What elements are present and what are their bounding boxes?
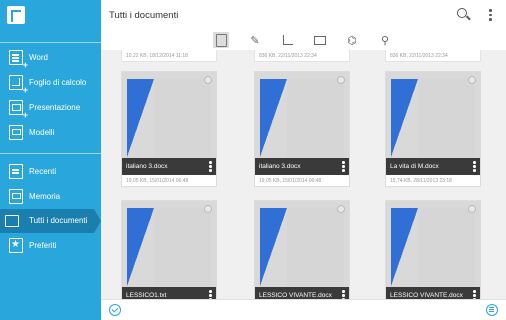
docx-icon bbox=[127, 79, 154, 157]
document-card[interactable]: LESSICO1.txt bbox=[121, 200, 217, 299]
document-name: italiano 3.docx bbox=[259, 163, 301, 170]
document-thumbnail[interactable] bbox=[122, 201, 216, 287]
card-meta: 836 KB, 22/11/2013 22:34 bbox=[385, 50, 481, 62]
card-meta: 19,05 KB, 15/01/2014 06:48 bbox=[259, 178, 322, 184]
pin-icon[interactable] bbox=[468, 205, 476, 213]
document-thumbnail[interactable] bbox=[386, 201, 480, 287]
card-overflow-menu-icon[interactable] bbox=[342, 161, 345, 172]
word-add-icon bbox=[9, 50, 28, 70]
sidebar-item-storage[interactable]: Memoria bbox=[0, 185, 101, 209]
card-overflow-menu-icon[interactable] bbox=[209, 290, 212, 299]
document-name: LESSICO VIVANTE.docx bbox=[259, 292, 332, 299]
card-meta: 19,05 KB, 15/01/2014 06:48 bbox=[126, 178, 189, 184]
all-documents-icon bbox=[5, 213, 23, 228]
overflow-menu-icon[interactable] bbox=[489, 9, 492, 22]
storage-icon bbox=[9, 189, 23, 204]
document-name: LESSICO VIVANTE.docx bbox=[390, 292, 463, 299]
sidebar-item-label: Word bbox=[29, 53, 48, 62]
bottom-bar bbox=[101, 299, 506, 320]
presentation-add-icon bbox=[9, 100, 28, 120]
card-meta: 836 KB, 22/11/2013 22:34 bbox=[254, 50, 350, 62]
sidebar-item-label: Memoria bbox=[29, 192, 61, 201]
document-name: La vita di M.docx bbox=[390, 163, 439, 170]
docx-icon bbox=[391, 79, 418, 157]
card-overflow-menu-icon[interactable] bbox=[473, 161, 476, 172]
recent-icon bbox=[9, 164, 23, 179]
sidebar-item-recent[interactable]: Recenti bbox=[0, 160, 101, 184]
sidebar-item-spreadsheet[interactable]: Foglio di calcolo bbox=[0, 71, 101, 95]
app-logo-icon[interactable] bbox=[7, 6, 25, 24]
document-name-bar: LESSICO VIVANTE.docx bbox=[386, 287, 480, 299]
card-overflow-menu-icon[interactable] bbox=[209, 161, 212, 172]
sidebar-item-presentation[interactable]: Presentazione bbox=[0, 96, 101, 120]
sidebar-item-label: Modelli bbox=[29, 128, 55, 137]
document-thumbnail[interactable] bbox=[122, 72, 216, 158]
templates-icon bbox=[9, 125, 23, 140]
document-thumbnail[interactable] bbox=[255, 201, 349, 287]
document-thumbnail[interactable] bbox=[386, 72, 480, 158]
sidebar: Word Foglio di calcolo Presentazione Mod… bbox=[0, 0, 101, 320]
search-icon[interactable] bbox=[457, 8, 467, 18]
sidebar-item-label: Tutti i documenti bbox=[29, 216, 88, 225]
docx-icon bbox=[260, 79, 287, 157]
sidebar-item-all-documents[interactable]: Tutti i documenti bbox=[0, 209, 101, 233]
document-name-bar: italiano 3.docx bbox=[255, 158, 349, 175]
document-card[interactable]: LESSICO VIVANTE.docx bbox=[385, 200, 481, 299]
pin-icon[interactable] bbox=[204, 76, 212, 84]
docx-icon bbox=[260, 208, 287, 286]
pin-icon[interactable] bbox=[337, 76, 345, 84]
sidebar-item-word[interactable]: Word bbox=[0, 46, 101, 70]
pin-icon[interactable] bbox=[204, 205, 212, 213]
pin-icon[interactable] bbox=[337, 205, 345, 213]
sidebar-item-templates[interactable]: Modelli bbox=[0, 121, 101, 145]
document-card[interactable]: LESSICO VIVANTE.docx bbox=[254, 200, 350, 299]
list-view-icon[interactable] bbox=[486, 304, 498, 316]
document-name: LESSICO1.txt bbox=[126, 292, 167, 299]
sidebar-item-favorites[interactable]: Preferiti bbox=[0, 234, 101, 258]
select-checkmark-icon[interactable] bbox=[109, 304, 121, 316]
filter-toolbar bbox=[101, 30, 506, 50]
document-name-bar: LESSICO VIVANTE.docx bbox=[255, 287, 349, 299]
document-card[interactable]: italiano 3.docx 19,05 KB, 15/01/2014 06:… bbox=[254, 71, 350, 187]
all-files-icon[interactable] bbox=[213, 32, 229, 48]
card-overflow-menu-icon[interactable] bbox=[342, 290, 345, 299]
document-name-bar: La vita di M.docx bbox=[386, 158, 480, 175]
document-filter-icon[interactable] bbox=[247, 32, 263, 48]
header: Tutti i documenti bbox=[101, 0, 506, 30]
sidebar-item-label: Preferiti bbox=[29, 241, 57, 250]
docx-icon bbox=[127, 208, 154, 286]
docx-icon bbox=[391, 208, 418, 286]
sidebar-divider bbox=[0, 153, 101, 154]
sidebar-divider bbox=[0, 42, 101, 43]
pin-icon[interactable] bbox=[468, 76, 476, 84]
card-meta: 10,22 KB, 18/12/2014 11:18 bbox=[121, 50, 217, 62]
card-meta: 15,74 KB, 28/11/2013 23:18 bbox=[390, 178, 452, 184]
sidebar-item-label: Presentazione bbox=[29, 103, 81, 112]
favorites-star-icon bbox=[9, 238, 23, 253]
document-name-bar: LESSICO1.txt bbox=[122, 287, 216, 299]
sidebar-item-label: Foglio di calcolo bbox=[29, 78, 87, 87]
other-filter-icon[interactable] bbox=[377, 32, 393, 48]
document-name: italiano 3.docx bbox=[126, 163, 168, 170]
document-grid: 10,22 KB, 18/12/2014 11:18 836 KB, 22/11… bbox=[101, 50, 506, 299]
sidebar-item-label: Recenti bbox=[29, 167, 57, 176]
page-title: Tutti i documenti bbox=[109, 10, 179, 21]
spreadsheet-filter-icon[interactable] bbox=[280, 32, 296, 48]
document-name-bar: italiano 3.docx bbox=[122, 158, 216, 175]
pdf-filter-icon[interactable] bbox=[344, 32, 360, 48]
presentation-filter-icon[interactable] bbox=[312, 32, 328, 48]
document-card[interactable]: italiano 3.docx 19,05 KB, 15/01/2014 06:… bbox=[121, 71, 217, 187]
document-card[interactable]: La vita di M.docx 15,74 KB, 28/11/2013 2… bbox=[385, 71, 481, 187]
spreadsheet-add-icon bbox=[9, 75, 28, 95]
document-thumbnail[interactable] bbox=[255, 72, 349, 158]
card-overflow-menu-icon[interactable] bbox=[473, 290, 476, 299]
